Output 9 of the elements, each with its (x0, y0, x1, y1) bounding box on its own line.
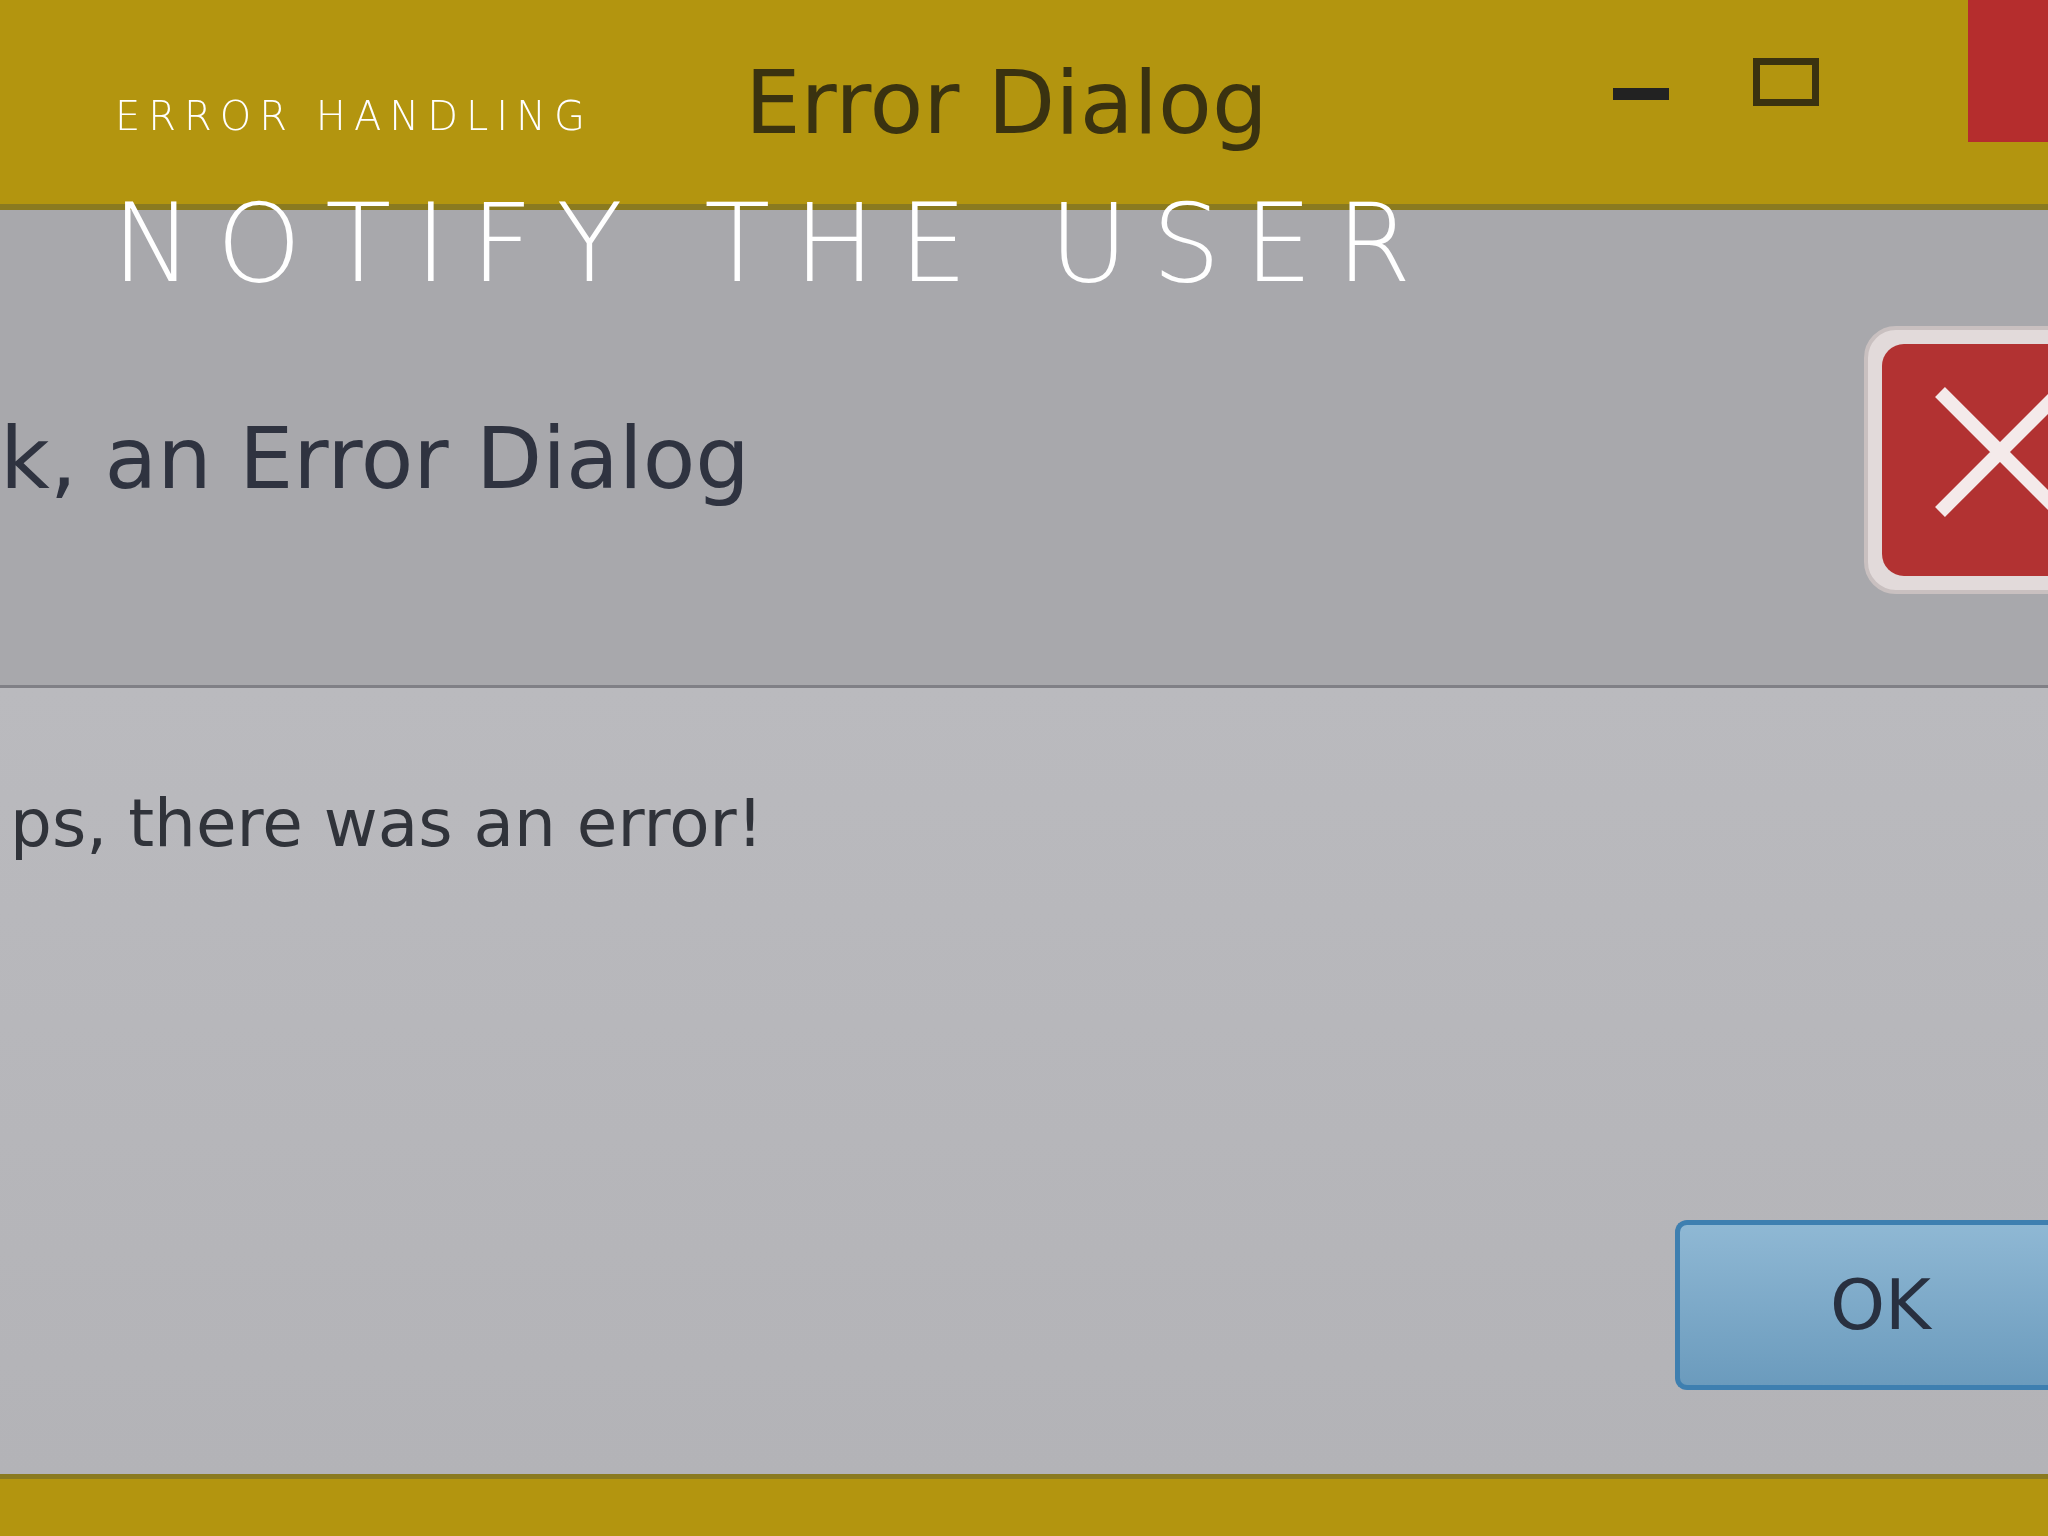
ok-button[interactable]: OK (1675, 1220, 2048, 1390)
close-button[interactable] (1968, 0, 2048, 142)
dialog-heading: k, an Error Dialog (0, 407, 751, 510)
slide-kicker: ERROR HANDLING (115, 92, 593, 140)
slide-title: NOTIFY THE USER (112, 185, 1436, 304)
minimize-button[interactable] (1612, 88, 1669, 100)
maximize-button[interactable] (1752, 58, 1819, 106)
window-title: Error Dialog (745, 50, 1268, 156)
error-message: ps, there was an error! (10, 788, 764, 861)
